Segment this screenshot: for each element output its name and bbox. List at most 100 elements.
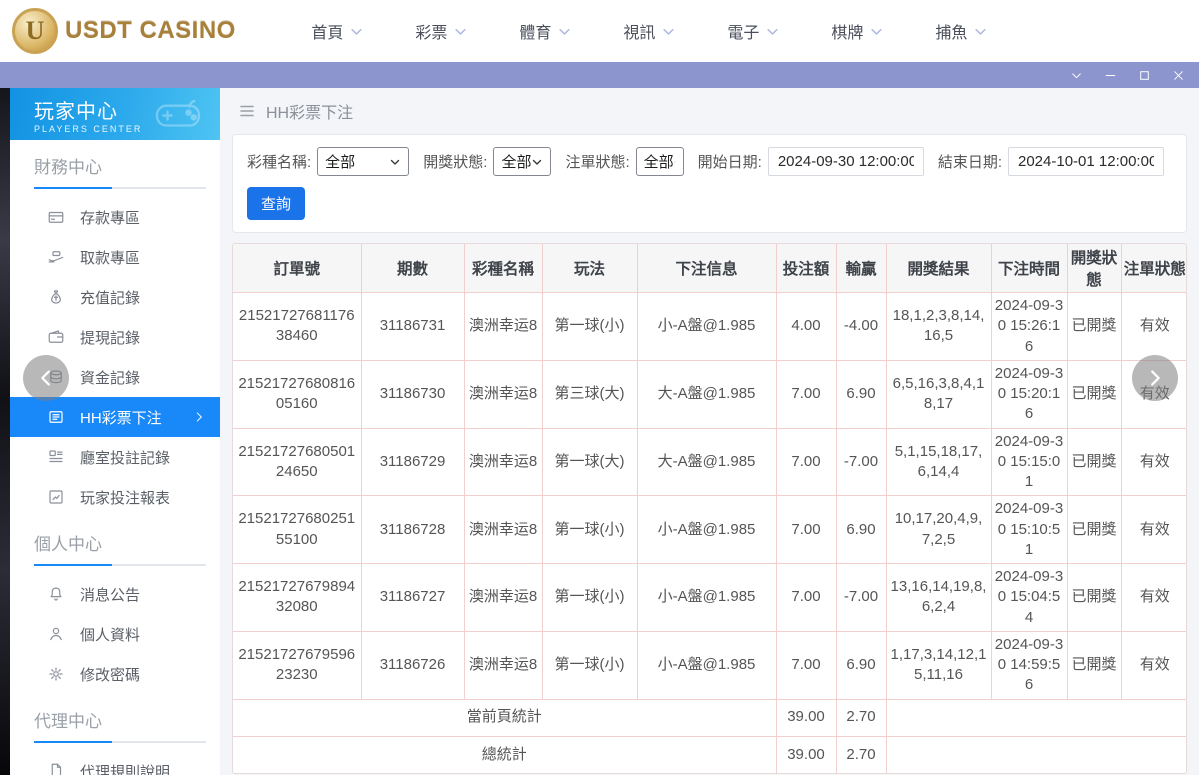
table-cell: 1,17,3,14,12,15,11,16: [885, 630, 992, 700]
sidebar-item-label: 消息公告: [80, 586, 141, 604]
chevron-down-icon: [673, 161, 676, 162]
sidebar-item-withdraw[interactable]: 取款專區: [10, 237, 220, 277]
nav-item-lottery[interactable]: 彩票: [390, 19, 494, 43]
order-status-select[interactable]: 全部: [635, 147, 684, 176]
chevron-down-icon[interactable]: [1063, 65, 1089, 85]
table-cell: 7.00: [775, 359, 837, 429]
window-titlebar: [0, 62, 1199, 88]
table-cell: 6.90: [835, 630, 887, 700]
chevron-down-icon: [533, 159, 542, 165]
sidebar-item-hall-bet-record[interactable]: 廳室投註記錄: [10, 437, 220, 477]
sidebar-item-hh-lottery-bets[interactable]: HH彩票下注: [10, 397, 220, 437]
table-cell: 31186731: [360, 292, 465, 361]
nav-item-fishing[interactable]: 捕魚: [910, 19, 1014, 43]
maximize-icon[interactable]: [1131, 65, 1157, 85]
page-summary-row: 當前頁統計 39.00 2.70: [233, 698, 1186, 737]
column-header: 期數: [360, 244, 465, 293]
sidebar-item-label: 存款專區: [80, 209, 141, 227]
hamburger-icon[interactable]: [238, 102, 256, 120]
lottery-name-select[interactable]: 全部: [317, 147, 410, 176]
bets-table: 訂單號 期數 彩種名稱 玩法 下注信息 投注額 輸贏 開獎結果 下注時間 開獎狀態 注單狀態 215…: [233, 244, 1186, 773]
sidebar-item-change-password[interactable]: 修改密碼: [10, 654, 220, 694]
report-icon: [49, 490, 63, 504]
order-status-label: 注單狀態:: [565, 154, 630, 171]
order-status-value: 全部: [643, 154, 674, 171]
column-header: 開獎狀態: [1066, 244, 1122, 293]
table-cell: 大-A盤@1.985: [636, 427, 777, 497]
nav-item-label: 視訊: [623, 25, 656, 42]
nav-item-home[interactable]: 首頁: [286, 19, 390, 43]
draw-status-select[interactable]: 全部: [493, 147, 552, 176]
summary-winloss-total: 2.70: [835, 698, 887, 737]
chevron-down-icon: [871, 28, 882, 35]
table-row: 2152172767959623230 31186726 澳洲幸运8 第一球(小) 小-…: [233, 630, 1186, 700]
table-cell: 小-A盤@1.985: [636, 563, 777, 632]
table-row: 2152172768025155100 31186728 澳洲幸运8 第一球(小) 小-…: [233, 495, 1186, 564]
table-row: 2152172768117638460 31186731 澳洲幸运8 第一球(小) 小-…: [233, 292, 1186, 361]
table-cell: 第一球(大): [541, 427, 638, 497]
table-cell: 第一球(小): [541, 292, 638, 361]
table-cell: 2024-09-30 15:04:54: [990, 563, 1068, 632]
column-header: 彩種名稱: [463, 244, 543, 293]
table-cell: 澳洲幸运8: [463, 630, 543, 700]
minimize-icon[interactable]: [1097, 65, 1123, 85]
summary-empty-cell: [885, 698, 1186, 737]
sidebar-item-label: 資金記錄: [80, 369, 141, 387]
bets-table-card: 訂單號 期數 彩種名稱 玩法 下注信息 投注額 輸贏 開獎結果 下注時間 開獎狀態 注單狀態 215…: [232, 243, 1187, 774]
sidebar-item-label: 個人資料: [80, 626, 141, 644]
app-window: U USDT CASINO 首頁 彩票 體育 視訊 電子 棋牌 捕魚 玩家中心 PLAYER…: [0, 0, 1199, 775]
sidebar-item-recharge-record[interactable]: 充值記錄: [10, 277, 220, 317]
table-cell: 有效: [1120, 563, 1186, 632]
sidebar-item-profile[interactable]: 個人資料: [10, 614, 220, 654]
end-date-input[interactable]: [1008, 147, 1164, 176]
nav-item-cards[interactable]: 棋牌: [806, 19, 910, 43]
table-cell: 2024-09-30 15:26:16: [990, 292, 1068, 361]
start-date-input[interactable]: [767, 147, 924, 176]
sidebar-item-announcements[interactable]: 消息公告: [10, 574, 220, 614]
sidebar-item-agent-rules[interactable]: 代理規則說明: [10, 751, 220, 775]
sidebar-item-withdraw-record[interactable]: 提現記錄: [10, 317, 220, 357]
site-logo[interactable]: U USDT CASINO: [12, 8, 236, 54]
chevron-down-icon: [351, 28, 362, 35]
summary-bet-total: 39.00: [775, 698, 837, 737]
column-header: 玩法: [541, 244, 638, 293]
table-cell: 有效: [1120, 427, 1186, 497]
table-cell: 澳洲幸运8: [463, 427, 543, 497]
column-header: 下注時間: [990, 244, 1068, 293]
table-cell: 5,1,15,18,17,6,14,4: [885, 427, 992, 497]
nav-item-label: 電子: [727, 25, 760, 42]
sidebar-item-deposit[interactable]: 存款專區: [10, 197, 220, 237]
table-cell: -7.00: [835, 427, 887, 497]
sidebar-item-label: 廳室投註記錄: [80, 449, 171, 467]
breadcrumb: HH彩票下注: [220, 88, 1199, 134]
table-cell: 6,5,16,3,8,4,18,17: [885, 359, 992, 429]
chevron-right-icon: [1151, 370, 1160, 386]
table-cell: 2024-09-30 15:15:01: [990, 427, 1068, 497]
deposit-card-icon: [48, 211, 64, 223]
nav-item-slots[interactable]: 電子: [702, 19, 806, 43]
nav-item-sports[interactable]: 體育: [494, 19, 598, 43]
table-cell: 澳洲幸运8: [463, 359, 543, 429]
search-button[interactable]: 查詢: [247, 187, 305, 220]
sidebar: 玩家中心 PLAYERS CENTER 財務中心 存款專區 取款專區 充值記錄 提現記錄…: [10, 88, 220, 775]
close-icon[interactable]: [1165, 65, 1191, 85]
table-cell: 第一球(小): [541, 563, 638, 632]
background-strip: [0, 88, 10, 775]
nav-item-video[interactable]: 視訊: [598, 19, 702, 43]
sidebar-item-label: 修改密碼: [80, 666, 141, 684]
scroll-right-button[interactable]: [1132, 355, 1178, 401]
person-icon: [50, 627, 62, 641]
moneybag-icon: [51, 290, 61, 304]
table-cell: 31186729: [360, 427, 465, 497]
sidebar-item-player-bet-report[interactable]: 玩家投注報表: [10, 477, 220, 517]
collapse-sidebar-button[interactable]: [23, 355, 69, 401]
sidebar-item-label: 取款專區: [80, 249, 141, 267]
table-cell: -7.00: [835, 563, 887, 632]
document-icon: [51, 763, 62, 775]
table-cell: 2024-09-30 15:20:16: [990, 359, 1068, 429]
table-cell: 6.90: [835, 359, 887, 429]
table-cell: 澳洲幸运8: [463, 292, 543, 361]
nav-item-label: 捕魚: [935, 25, 968, 42]
chevron-down-icon: [559, 28, 570, 35]
sidebar-section-title: 代理中心: [34, 712, 102, 731]
